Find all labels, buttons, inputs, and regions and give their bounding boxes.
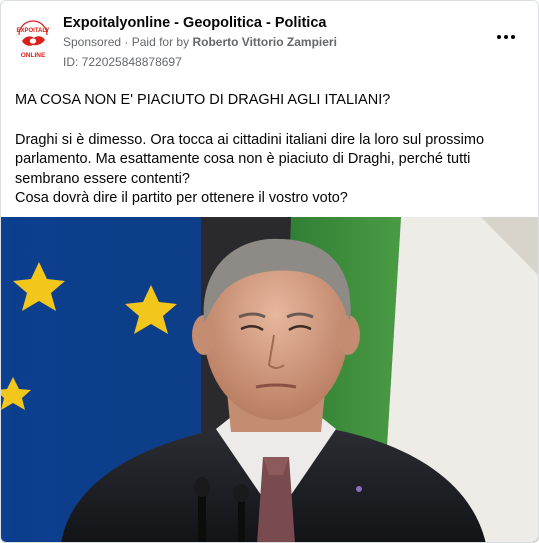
- logo-text-top: EXPOITALY: [16, 28, 49, 34]
- post-body-paragraph: Draghi si è dimesso. Ora tocca ai cittad…: [15, 131, 485, 187]
- ad-id: ID: 722025848878697: [63, 55, 182, 69]
- logo-text-bottom: ONLINE: [21, 52, 46, 59]
- sponsored-label[interactable]: Sponsored: [63, 35, 121, 49]
- page-name-link[interactable]: Expoitalyonline - Geopolitica - Politica: [63, 15, 326, 31]
- more-options-icon[interactable]: [494, 29, 518, 45]
- paid-for-prefix: Paid for by: [131, 35, 190, 49]
- post-body-question: Cosa dovrà dire il partito per ottenere …: [15, 190, 348, 206]
- post-headline: MA COSA NON E' PIACIUTO DI DRAGHI AGLI I…: [15, 92, 391, 108]
- expoitaly-logo-icon: EXPOITALY ONLINE: [11, 19, 55, 63]
- post-image[interactable]: [1, 217, 538, 542]
- post-text: MA COSA NON E' PIACIUTO DI DRAGHI AGLI I…: [15, 91, 530, 209]
- page-avatar[interactable]: EXPOITALY ONLINE: [11, 19, 55, 63]
- separator-dot: ·: [124, 35, 132, 49]
- portrait-photo-icon: [1, 217, 538, 542]
- post-header: EXPOITALY ONLINE Expoitalyonline - Geopo…: [1, 1, 538, 81]
- sponsored-meta: Sponsored · Paid for by Roberto Vittorio…: [63, 35, 337, 49]
- payer-name: Roberto Vittorio Zampieri: [192, 35, 337, 49]
- sponsored-post-card: EXPOITALY ONLINE Expoitalyonline - Geopo…: [0, 0, 539, 543]
